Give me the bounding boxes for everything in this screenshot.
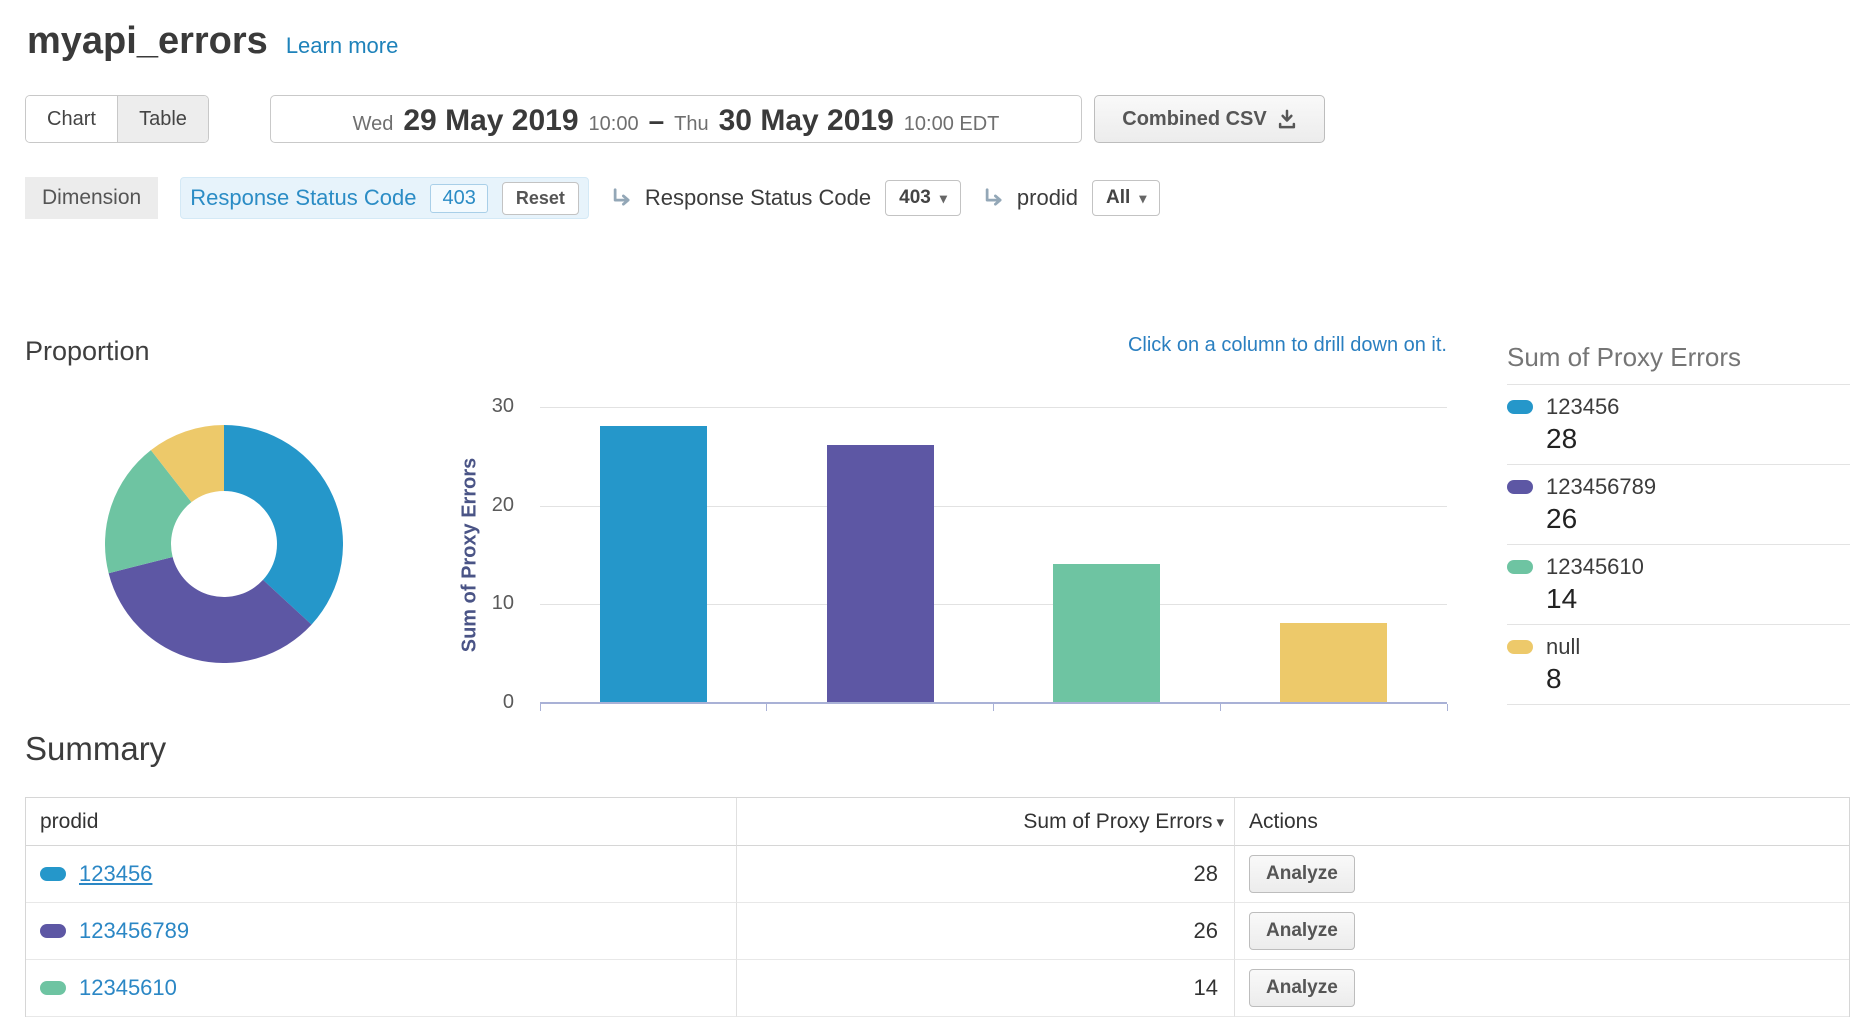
- sort-desc-icon: ▾: [1216, 813, 1224, 831]
- legend-entry-value: 28: [1546, 423, 1850, 455]
- start-date: 29 May 2019: [403, 104, 578, 138]
- table-row-actions-cell: Analyze: [1234, 960, 1849, 1017]
- legend-entry-value: 26: [1546, 503, 1850, 535]
- chevron-down-icon: ▾: [1139, 190, 1146, 207]
- column-header-label: Sum of Proxy Errors: [1023, 810, 1212, 834]
- download-icon: [1277, 109, 1297, 129]
- legend-title: Sum of Proxy Errors: [1507, 342, 1850, 385]
- page-title: myapi_errors: [27, 20, 268, 63]
- y-tick-label: 10: [452, 592, 514, 616]
- x-tick-mark: [993, 704, 994, 711]
- bar-chart-y-axis: 0102030: [452, 407, 522, 703]
- y-tick-label: 0: [452, 691, 514, 715]
- analyze-button[interactable]: Analyze: [1249, 912, 1355, 950]
- bar-column-12345610[interactable]: [1053, 564, 1160, 702]
- view-toggle: Chart Table: [25, 95, 209, 143]
- y-tick-label: 20: [452, 494, 514, 518]
- table-row-value-cell: 14: [736, 960, 1234, 1017]
- bar-column-123456[interactable]: [600, 426, 707, 702]
- chart-view-button[interactable]: Chart: [26, 96, 117, 142]
- page-header: myapi_errors Learn more: [27, 20, 398, 63]
- table-view-button[interactable]: Table: [117, 96, 208, 142]
- toolbar: Chart Table Wed 29 May 2019 10:00 – Thu …: [25, 95, 1850, 145]
- analyze-button[interactable]: Analyze: [1249, 855, 1355, 893]
- filter-row: Dimension Response Status Code 403 Reset…: [25, 176, 1160, 220]
- x-tick-mark: [766, 704, 767, 711]
- status-code-dropdown[interactable]: 403 ▾: [885, 180, 961, 216]
- bar-column-null[interactable]: [1280, 623, 1387, 702]
- chart-legend: Sum of Proxy Errors 123456 28 123456789 …: [1507, 342, 1850, 705]
- legend-color-swatch: [1507, 560, 1533, 574]
- prodid-link[interactable]: 123456: [79, 861, 152, 887]
- legend-entry-value: 14: [1546, 583, 1850, 615]
- legend-entry-value: 8: [1546, 663, 1850, 695]
- reset-filter-button[interactable]: Reset: [502, 182, 579, 215]
- filter-chip-value-badge: 403: [430, 184, 487, 213]
- summary-title: Summary: [25, 730, 166, 768]
- dimension-label: Dimension: [25, 177, 158, 219]
- summary-table: prodid Sum of Proxy Errors ▾ Actions 123…: [25, 797, 1850, 1017]
- table-row-prodid-cell: 123456789: [26, 903, 736, 960]
- gridline: [540, 407, 1447, 408]
- legend-entry: 12345610 14: [1507, 545, 1850, 625]
- drilldown-label-prodid: prodid: [1017, 185, 1078, 211]
- bar-column-123456789[interactable]: [827, 445, 934, 702]
- date-range-picker[interactable]: Wed 29 May 2019 10:00 – Thu 30 May 2019 …: [270, 95, 1082, 143]
- analytics-report-page: myapi_errors Learn more Chart Table Wed …: [0, 0, 1860, 1020]
- legend-entry: 123456 28: [1507, 385, 1850, 465]
- chevron-down-icon: ▾: [940, 190, 947, 207]
- legend-entry: 123456789 26: [1507, 465, 1850, 545]
- start-day: Wed: [353, 113, 394, 136]
- end-day: Thu: [674, 113, 708, 136]
- x-tick-mark: [540, 704, 541, 711]
- legend-entry-label: 123456789: [1546, 474, 1656, 500]
- column-header-sum-of-proxy-errors[interactable]: Sum of Proxy Errors ▾: [736, 798, 1234, 846]
- filter-chip-name[interactable]: Response Status Code: [190, 185, 416, 211]
- table-row-prodid-cell: 12345610: [26, 960, 736, 1017]
- column-header-prodid: prodid: [26, 798, 736, 846]
- prodid-link[interactable]: 12345610: [79, 975, 177, 1001]
- row-color-swatch: [40, 867, 66, 881]
- bar-plot: [540, 407, 1447, 703]
- prodid-dropdown[interactable]: All ▾: [1092, 180, 1160, 216]
- column-header-actions: Actions: [1234, 798, 1849, 846]
- y-tick-label: 30: [452, 395, 514, 419]
- prodid-link[interactable]: 123456789: [79, 918, 189, 944]
- legend-color-swatch: [1507, 480, 1533, 494]
- table-row-prodid-cell: 123456: [26, 846, 736, 903]
- csv-button-label: Combined CSV: [1122, 108, 1266, 131]
- legend-entry-label: 12345610: [1546, 554, 1644, 580]
- status-code-dropdown-value: 403: [899, 187, 931, 209]
- row-color-swatch: [40, 924, 66, 938]
- legend-entry-label: 123456: [1546, 394, 1619, 420]
- proportion-chart-title: Proportion: [25, 336, 150, 367]
- learn-more-link[interactable]: Learn more: [286, 33, 399, 59]
- x-tick-mark: [1220, 704, 1221, 711]
- legend-color-swatch: [1507, 400, 1533, 414]
- start-time: 10:00: [589, 113, 639, 136]
- table-row-value-cell: 26: [736, 903, 1234, 960]
- analyze-button[interactable]: Analyze: [1249, 969, 1355, 1007]
- date-range-separator: –: [649, 105, 665, 137]
- x-tick-mark: [1447, 704, 1448, 711]
- legend-color-swatch: [1507, 640, 1533, 654]
- active-filter-chip: Response Status Code 403 Reset: [180, 177, 589, 219]
- legend-entry-label: null: [1546, 634, 1580, 660]
- prodid-dropdown-value: All: [1106, 187, 1130, 209]
- drilldown-label-status-code: Response Status Code: [645, 185, 871, 211]
- table-row-actions-cell: Analyze: [1234, 846, 1849, 903]
- row-color-swatch: [40, 981, 66, 995]
- proportion-donut: [105, 425, 343, 663]
- table-row-value-cell: 28: [736, 846, 1234, 903]
- combined-csv-button[interactable]: Combined CSV: [1094, 95, 1325, 143]
- drilldown-arrow-icon: [983, 187, 1005, 209]
- legend-entry: null 8: [1507, 625, 1850, 705]
- table-row-actions-cell: Analyze: [1234, 903, 1849, 960]
- end-time: 10:00 EDT: [904, 113, 1000, 136]
- end-date: 30 May 2019: [719, 104, 894, 138]
- drilldown-arrow-icon: [611, 187, 633, 209]
- drill-hint: Click on a column to drill down on it.: [947, 334, 1447, 357]
